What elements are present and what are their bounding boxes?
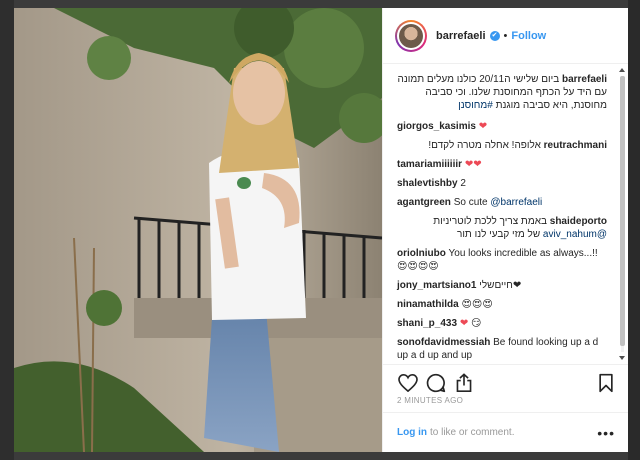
login-link[interactable]: Log in	[397, 427, 427, 438]
share-icon	[456, 372, 472, 392]
comment-username[interactable]: giorgos_kasimis	[397, 121, 476, 132]
comment-item: oriolniubo You looks incredible as alway…	[397, 247, 607, 273]
comment-item: giorgos_kasimis ❤	[397, 120, 607, 133]
comment-username[interactable]: sonofdavidmessiah	[397, 337, 490, 348]
login-footer: Log in to like or comment. •••	[383, 412, 628, 452]
comment-heart-emoji: ❤	[459, 318, 469, 329]
scroll-thumb[interactable]	[620, 76, 625, 346]
comment-item: agantgreen So cute @barrefaeli	[397, 196, 607, 209]
login-prompt-text: to like or comment.	[430, 427, 515, 438]
post-header: barrefaeli ✔ • Follow	[383, 8, 628, 64]
photo-illustration	[14, 8, 382, 452]
comment-username[interactable]: shani_p_433	[397, 318, 457, 329]
comment-item: reutrachmani אלופה! אחלה מטרה לקדם!	[397, 139, 607, 152]
verified-badge-icon: ✔	[489, 30, 500, 41]
separator-dot: •	[503, 29, 508, 42]
comment-username[interactable]: tamariamiiiiiir	[397, 159, 462, 170]
comment-text: חייםשלי❤	[479, 280, 522, 291]
comment-text: אלופה! אחלה מטרה לקדם!	[428, 140, 541, 151]
more-options-icon[interactable]: •••	[597, 425, 615, 441]
post-modal: barrefaeli ✔ • Follow barrefaeli ביום של…	[14, 8, 628, 452]
comment-item: shani_p_433 ❤ 😏	[397, 317, 607, 330]
header-username[interactable]: barrefaeli	[436, 30, 486, 42]
bookmark-icon	[599, 373, 613, 392]
backdrop-right	[628, 0, 640, 460]
comment-text: 2	[460, 178, 466, 189]
comment-text: 😏	[471, 318, 482, 329]
comment-mention[interactable]: @aviv_nahum	[543, 229, 607, 240]
comment-button[interactable]	[425, 372, 447, 394]
comment-icon	[426, 373, 446, 392]
comment-item: jony_martsiano1 חייםשלי❤	[397, 279, 607, 292]
post-timestamp: 2 MINUTES AGO	[397, 396, 464, 405]
comment-username[interactable]: oriolniubo	[397, 248, 446, 259]
follow-button[interactable]: Follow	[511, 30, 546, 42]
comment-text: So cute	[453, 197, 491, 208]
comment-item: tamariamiiiiiir ❤❤	[397, 158, 607, 171]
like-button[interactable]	[397, 372, 419, 394]
post-sidebar: barrefaeli ✔ • Follow barrefaeli ביום של…	[382, 8, 628, 452]
comment-username[interactable]: shalevtishby	[397, 178, 458, 189]
caption: barrefaeli ביום שלישי ה20/11 כולנו מעלים…	[397, 73, 607, 112]
caption-username[interactable]: barrefaeli	[562, 74, 607, 85]
comment-item: shalevtishby 2	[397, 177, 607, 190]
comment-text: באמת צריך ללכת לוטריניות	[433, 216, 547, 227]
save-button[interactable]	[595, 372, 617, 394]
comment-heart-emoji: ❤❤	[464, 159, 482, 170]
comment-heart-emoji: ❤	[478, 121, 488, 132]
scroll-down-arrow-icon[interactable]	[619, 356, 625, 360]
avatar[interactable]	[395, 19, 427, 52]
comment-username[interactable]: shaideporto	[550, 216, 607, 227]
comment-username[interactable]: agantgreen	[397, 197, 451, 208]
post-photo[interactable]	[14, 8, 382, 452]
comment-item: shaideporto באמת צריך ללכת לוטריניות @av…	[397, 215, 607, 241]
backdrop-left	[0, 0, 14, 460]
comment-item: sonofdavidmessiah Be found looking up a …	[397, 336, 607, 360]
scroll-up-arrow-icon[interactable]	[619, 68, 625, 72]
comments-scrollbar[interactable]	[619, 68, 626, 360]
comment-username[interactable]: jony_martsiano1	[397, 280, 476, 291]
comments-list[interactable]: barrefaeli ביום שלישי ה20/11 כולנו מעלים…	[383, 65, 617, 360]
caption-hashtag[interactable]: #מחוסנן	[458, 100, 493, 111]
comment-text: 😍😍😍	[461, 299, 493, 310]
comment-username[interactable]: ninamathilda	[397, 299, 459, 310]
action-bar	[383, 364, 628, 394]
comment-username[interactable]: reutrachmani	[544, 140, 607, 151]
share-button[interactable]	[453, 372, 475, 394]
heart-icon	[398, 373, 418, 392]
comment-mention[interactable]: @barrefaeli	[490, 197, 542, 208]
comment-item: ninamathilda 😍😍😍	[397, 298, 607, 311]
comment-text-2: של מזי קבעי לנו תור	[456, 229, 541, 240]
